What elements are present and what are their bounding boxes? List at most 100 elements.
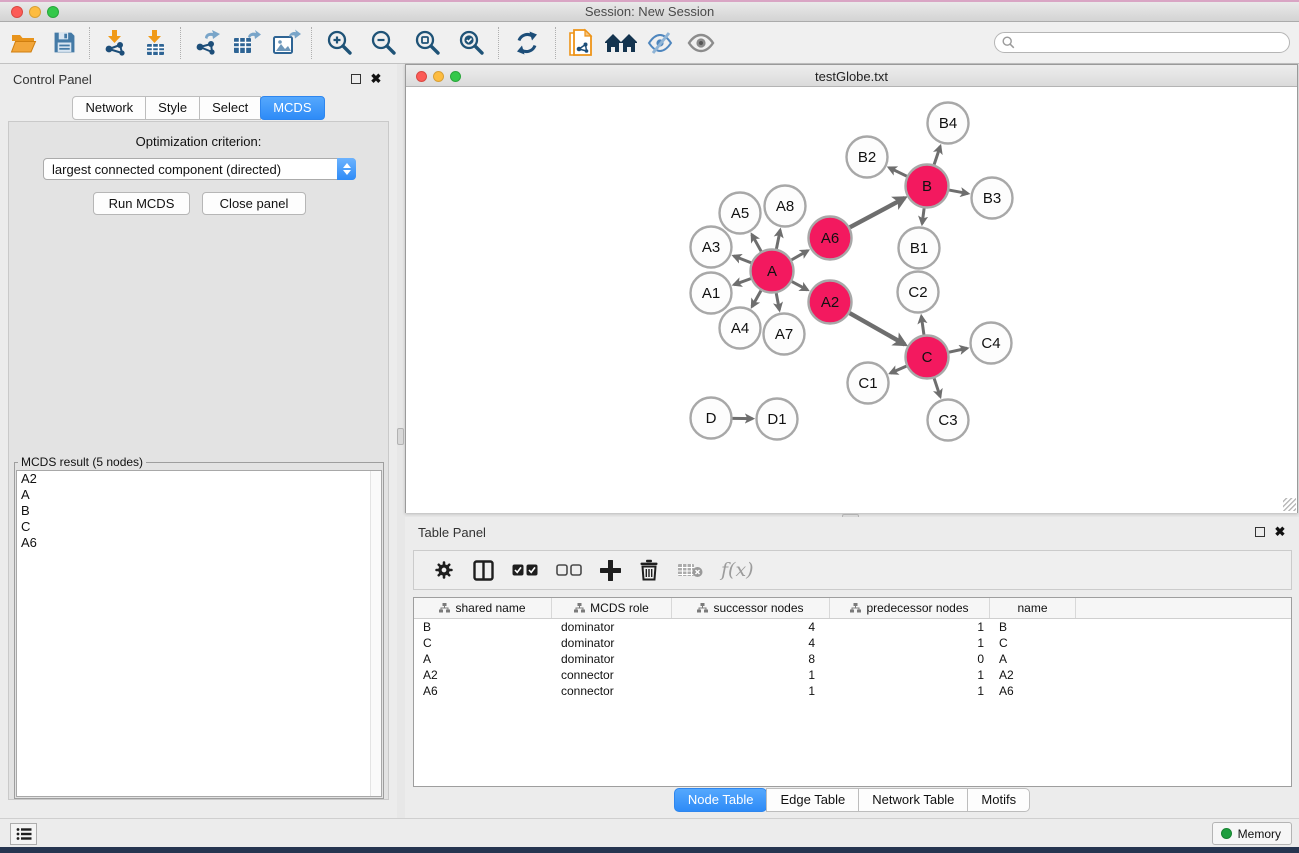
tab-style[interactable]: Style: [145, 96, 200, 120]
export-image-button[interactable]: [266, 25, 306, 61]
graph-edge-A6-B[interactable]: [850, 198, 905, 227]
graph-node-A7[interactable]: A7: [764, 314, 805, 355]
graph-edge-A2-C[interactable]: [850, 313, 905, 344]
zoom-in-button[interactable]: [317, 25, 361, 61]
graph-edge-C-C2[interactable]: [921, 316, 924, 334]
zoom-selected-button[interactable]: [449, 25, 493, 61]
run-mcds-button[interactable]: Run MCDS: [93, 192, 190, 215]
float-table-panel-icon[interactable]: [1253, 525, 1267, 539]
network-canvas[interactable]: B4 B2 B B3 A8A5 A6 A3 B1 A C2 A1 A2 A4A7 C4 C C1 D D1 C3: [406, 87, 1297, 513]
graph-node-B4[interactable]: B4: [928, 103, 969, 144]
graph-edge-C-C3[interactable]: [934, 378, 940, 396]
graph-edge-A-A1[interactable]: [734, 279, 751, 285]
graph-node-B3[interactable]: B3: [972, 178, 1013, 219]
graph-edge-B-B2[interactable]: [889, 168, 907, 177]
tab-mcds[interactable]: MCDS: [260, 96, 324, 120]
mcds-result-item[interactable]: A: [17, 487, 381, 503]
graph-node-D1[interactable]: D1: [757, 399, 798, 440]
search-input[interactable]: [1019, 35, 1289, 51]
show-all-button[interactable]: [681, 25, 721, 61]
tab-network[interactable]: Network: [72, 96, 146, 120]
open-file-button[interactable]: [4, 25, 44, 61]
export-table-button[interactable]: [226, 25, 266, 61]
tab-network-table[interactable]: Network Table: [858, 788, 968, 812]
graph-edge-A-A6[interactable]: [792, 251, 808, 260]
float-panel-icon[interactable]: [349, 72, 363, 86]
tab-select[interactable]: Select: [199, 96, 261, 120]
vertical-divider-grip[interactable]: [397, 428, 404, 445]
table-options-button[interactable]: [424, 553, 464, 587]
tab-edge-table[interactable]: Edge Table: [766, 788, 859, 812]
tab-node-table[interactable]: Node Table: [674, 788, 768, 812]
zoom-out-button[interactable]: [361, 25, 405, 61]
graph-node-B2[interactable]: B2: [847, 137, 888, 178]
memory-button[interactable]: Memory: [1212, 822, 1292, 845]
table-row[interactable]: Bdominator41B: [414, 619, 1291, 635]
column-header-shared-name[interactable]: shared name: [414, 598, 552, 618]
table-row[interactable]: A2connector11A2: [414, 667, 1291, 683]
result-list-scrollbar[interactable]: [370, 471, 381, 796]
graph-node-B1[interactable]: B1: [899, 228, 940, 269]
delete-table-button[interactable]: [668, 553, 712, 587]
graph-node-C3[interactable]: C3: [928, 400, 969, 441]
function-builder-button[interactable]: f(x): [712, 553, 763, 587]
graph-node-D[interactable]: D: [691, 398, 732, 439]
graph-node-C1[interactable]: C1: [848, 363, 889, 404]
graph-node-A[interactable]: A: [751, 250, 794, 293]
graph-node-C[interactable]: C: [906, 336, 949, 379]
graph-node-C2[interactable]: C2: [898, 272, 939, 313]
graph-node-A2[interactable]: A2: [809, 281, 852, 324]
graph-edge-A-A2[interactable]: [792, 282, 808, 290]
graph-node-C4[interactable]: C4: [971, 323, 1012, 364]
import-network-button[interactable]: [95, 25, 135, 61]
add-column-button[interactable]: [591, 553, 630, 587]
graph-edge-A-A5[interactable]: [752, 234, 761, 251]
zoom-fit-button[interactable]: [405, 25, 449, 61]
graph-edge-C-C1[interactable]: [890, 366, 906, 373]
graph-edge-C-C4[interactable]: [949, 348, 967, 352]
graph-node-A5[interactable]: A5: [720, 193, 761, 234]
table-row[interactable]: Adominator80A: [414, 651, 1291, 667]
new-network-from-selection-button[interactable]: [561, 25, 601, 61]
tab-motifs[interactable]: Motifs: [967, 788, 1030, 812]
close-table-panel-icon[interactable]: ✖: [1273, 525, 1287, 539]
close-panel-icon[interactable]: ✖: [369, 72, 383, 86]
graph-edge-A-A7[interactable]: [776, 293, 779, 310]
export-network-button[interactable]: [186, 25, 226, 61]
table-row[interactable]: Cdominator41C: [414, 635, 1291, 651]
import-table-button[interactable]: [135, 25, 175, 61]
column-header-name[interactable]: name: [990, 598, 1076, 618]
graph-edge-B-B1[interactable]: [922, 208, 924, 223]
refresh-layout-button[interactable]: [504, 25, 550, 61]
column-header-successor-nodes[interactable]: successor nodes: [672, 598, 830, 618]
close-panel-button[interactable]: Close panel: [202, 192, 306, 215]
task-history-button[interactable]: [10, 823, 37, 845]
graph-node-B[interactable]: B: [906, 165, 949, 208]
graph-edge-A-A8[interactable]: [776, 230, 780, 249]
column-header-MCDS-role[interactable]: MCDS role: [552, 598, 672, 618]
graph-edge-A-A3[interactable]: [734, 256, 751, 263]
hide-selected-button[interactable]: [641, 25, 681, 61]
column-header-predecessor-nodes[interactable]: predecessor nodes: [830, 598, 990, 618]
graph-node-A3[interactable]: A3: [691, 227, 732, 268]
graph-edge-B-B4[interactable]: [934, 146, 940, 164]
resize-grip[interactable]: [1283, 498, 1296, 511]
mcds-result-item[interactable]: A6: [17, 535, 381, 551]
mcds-result-item[interactable]: A2: [17, 471, 381, 487]
mcds-result-item[interactable]: B: [17, 503, 381, 519]
network-window-titlebar[interactable]: testGlobe.txt: [406, 65, 1297, 87]
criterion-select[interactable]: largest connected component (directed): [43, 158, 356, 180]
unselect-all-columns-button[interactable]: [547, 553, 591, 587]
home-button[interactable]: [601, 25, 641, 61]
delete-columns-button[interactable]: [630, 553, 668, 587]
graph-node-A8[interactable]: A8: [765, 186, 806, 227]
save-session-button[interactable]: [44, 25, 84, 61]
graph-edge-A-A4[interactable]: [752, 291, 761, 307]
graph-node-A6[interactable]: A6: [809, 217, 852, 260]
graph-node-A1[interactable]: A1: [691, 273, 732, 314]
mcds-result-item[interactable]: C: [17, 519, 381, 535]
table-row[interactable]: A6connector11A6: [414, 683, 1291, 699]
show-column-panel-button[interactable]: [464, 553, 503, 587]
graph-node-A4[interactable]: A4: [720, 308, 761, 349]
graph-edge-B-B3[interactable]: [949, 190, 968, 193]
